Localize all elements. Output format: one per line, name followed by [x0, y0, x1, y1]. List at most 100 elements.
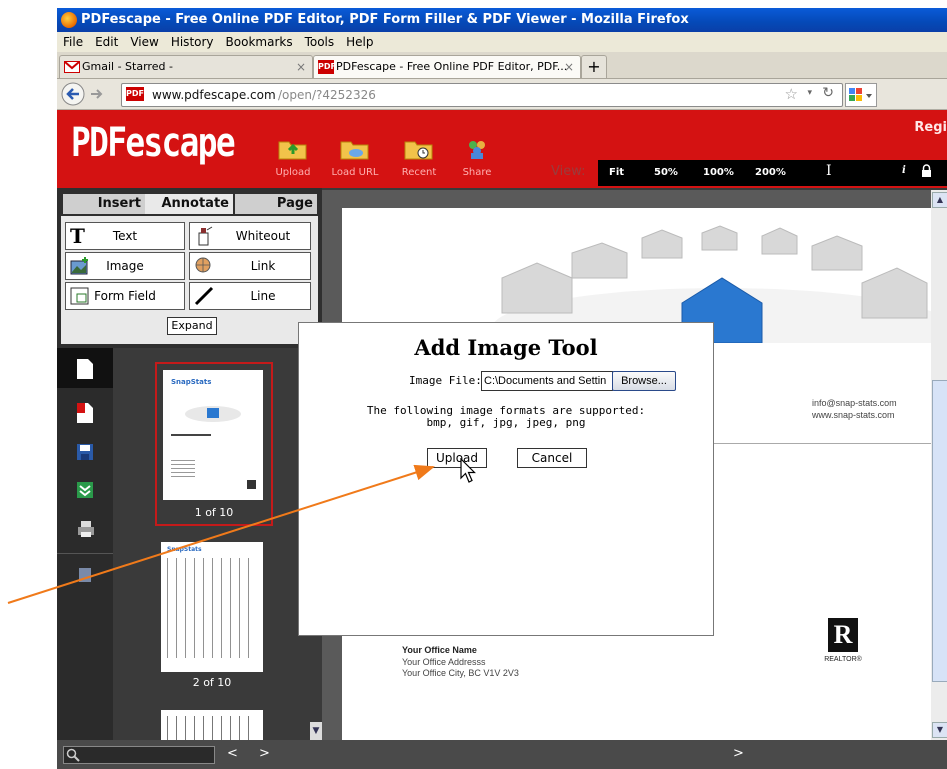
view-100[interactable]: 100% — [703, 167, 734, 178]
view-fit[interactable]: Fit — [609, 167, 624, 178]
formats-list: bmp, gif, jpg, jpeg, png — [426, 416, 586, 429]
text-tool-button[interactable]: T Text — [65, 222, 185, 250]
menu-tools[interactable]: Tools — [299, 32, 341, 52]
menu-help[interactable]: Help — [340, 32, 379, 52]
upload-image-button[interactable]: Upload — [427, 448, 487, 468]
expand-button[interactable]: Expand — [167, 317, 217, 335]
link-tool-button[interactable]: Link — [189, 252, 311, 280]
recent-folder-icon — [404, 141, 433, 160]
site-favicon-icon: PDF — [126, 87, 144, 101]
text-select-cursor-icon[interactable]: I — [826, 163, 832, 179]
app-header: PDFescape Regi Upload Load URL Recent Sh… — [57, 110, 947, 188]
load-url-button[interactable]: Load URL — [329, 138, 381, 178]
thumb-houses-image — [185, 406, 241, 422]
dialog-title: Add Image Tool — [414, 335, 598, 360]
new-tab-button[interactable]: + — [581, 55, 607, 78]
info-icon[interactable]: i — [902, 165, 906, 176]
thumb-table — [167, 558, 257, 658]
upload-button[interactable]: Upload — [267, 138, 319, 178]
scroll-thumb[interactable] — [932, 380, 947, 682]
upload-label: Upload — [275, 167, 311, 178]
next-page-button[interactable]: > — [733, 746, 744, 761]
share-people-icon — [469, 141, 485, 159]
share-button[interactable]: Share — [451, 138, 503, 178]
firefox-icon — [61, 12, 77, 28]
prev-result-button[interactable]: < — [227, 746, 238, 761]
thumbnail-panel: SnapStats 1 of 10 SnapStats 2 of 10 ▼ — [113, 348, 322, 740]
thumb-scroll-down-icon[interactable]: ▼ — [310, 722, 322, 740]
scroll-up-icon[interactable]: ▲ — [932, 192, 947, 208]
tab-bar: Gmail - Starred - × PDF PDFescape - Free… — [57, 52, 947, 79]
browser-window: PDFescape - Free Online PDF Editor, PDF … — [57, 8, 947, 769]
menu-bar: File Edit View History Bookmarks Tools Help — [57, 32, 947, 52]
menu-file[interactable]: File — [57, 32, 89, 52]
view-label: View: — [551, 164, 586, 179]
image-tool-label: Image — [106, 259, 144, 273]
close-tab-icon[interactable]: × — [296, 56, 306, 78]
tab-pdfescape[interactable]: PDF PDFescape - Free Online PDF Editor, … — [313, 55, 581, 78]
search-icon — [66, 748, 80, 762]
image-file-input[interactable]: C:\Documents and Settin — [481, 371, 613, 391]
link-tool-label: Link — [250, 259, 276, 273]
form-field-tool-button[interactable]: Form Field — [65, 282, 185, 310]
menu-history[interactable]: History — [165, 32, 220, 52]
mouse-cursor-icon — [460, 458, 476, 483]
bookmark-page-icon[interactable] — [76, 402, 94, 424]
download-icon[interactable] — [77, 482, 93, 498]
line-tool-button[interactable]: Line — [189, 282, 311, 310]
gmail-icon — [64, 61, 80, 73]
upload-folder-icon — [278, 141, 307, 160]
menu-bookmarks[interactable]: Bookmarks — [220, 32, 299, 52]
bookmark-star-icon[interactable]: ☆ — [785, 85, 798, 103]
print-icon[interactable] — [77, 520, 95, 538]
page-icon[interactable] — [79, 568, 91, 582]
back-forward-buttons[interactable] — [61, 82, 119, 106]
register-link[interactable]: Regi — [914, 120, 947, 135]
tab-label: PDFescape - Free Online PDF Editor, PDF.… — [336, 60, 568, 73]
whiteout-tool-button[interactable]: Whiteout — [189, 222, 311, 250]
image-tool-button[interactable]: Image — [65, 252, 185, 280]
scroll-down-icon[interactable]: ▼ — [932, 722, 947, 738]
dropdown-icon[interactable]: ▾ — [807, 88, 812, 98]
view-200[interactable]: 200% — [755, 167, 786, 178]
tab-insert[interactable]: Insert — [63, 194, 145, 214]
pdfescape-app: PDFescape Regi Upload Load URL Recent Sh… — [57, 110, 947, 769]
thumbnail-2-page[interactable]: SnapStats — [161, 542, 263, 672]
window-title: PDFescape - Free Online PDF Editor, PDF … — [81, 12, 689, 27]
save-disk-icon[interactable] — [77, 444, 93, 460]
image-file-label: Image File: — [409, 374, 482, 387]
view-50[interactable]: 50% — [654, 167, 678, 178]
tools-panel: Insert Annotate Page T Text Whiteout Ima… — [57, 188, 322, 348]
link-globe-icon — [195, 257, 211, 273]
reload-icon[interactable]: ↻ — [822, 85, 834, 101]
thumbnail-1-page: SnapStats — [163, 370, 263, 500]
whiteout-bottle-icon — [198, 226, 213, 246]
browse-button[interactable]: Browse... — [612, 371, 676, 391]
page-thumbnails-icon[interactable] — [76, 358, 94, 380]
thumbnail-3-page[interactable] — [161, 710, 263, 740]
search-field[interactable] — [63, 746, 215, 764]
tab-page[interactable]: Page — [235, 194, 317, 214]
load-url-folder-icon — [340, 141, 369, 160]
menu-view[interactable]: View — [124, 32, 164, 52]
lock-icon[interactable] — [921, 164, 932, 178]
title-bar: PDFescape - Free Online PDF Editor, PDF … — [57, 8, 947, 32]
thumbnail-1-selected[interactable]: SnapStats 1 of 10 — [155, 362, 273, 526]
menu-edit[interactable]: Edit — [89, 32, 124, 52]
search-engine-icon[interactable] — [845, 83, 877, 107]
cancel-button[interactable]: Cancel — [517, 448, 587, 468]
recent-label: Recent — [401, 167, 437, 178]
thumb-table — [167, 716, 257, 740]
recent-button[interactable]: Recent — [393, 138, 445, 178]
strip-divider — [57, 553, 113, 554]
office-city: Your Office City, BC V1V 2V3 — [402, 668, 519, 678]
office-address: Your Office Addresss — [402, 657, 486, 667]
thumb-brand: SnapStats — [171, 378, 212, 386]
next-result-button[interactable]: > — [259, 746, 270, 761]
url-bar[interactable]: PDF www.pdfescape.com /open/?4252326 ☆ ▾… — [121, 83, 843, 107]
close-tab-icon[interactable]: × — [564, 56, 574, 78]
load-url-label: Load URL — [331, 167, 379, 178]
tab-gmail[interactable]: Gmail - Starred - × — [59, 55, 313, 78]
document-scrollbar[interactable]: ▲ ▼ — [931, 190, 947, 740]
tab-annotate[interactable]: Annotate — [145, 194, 233, 214]
